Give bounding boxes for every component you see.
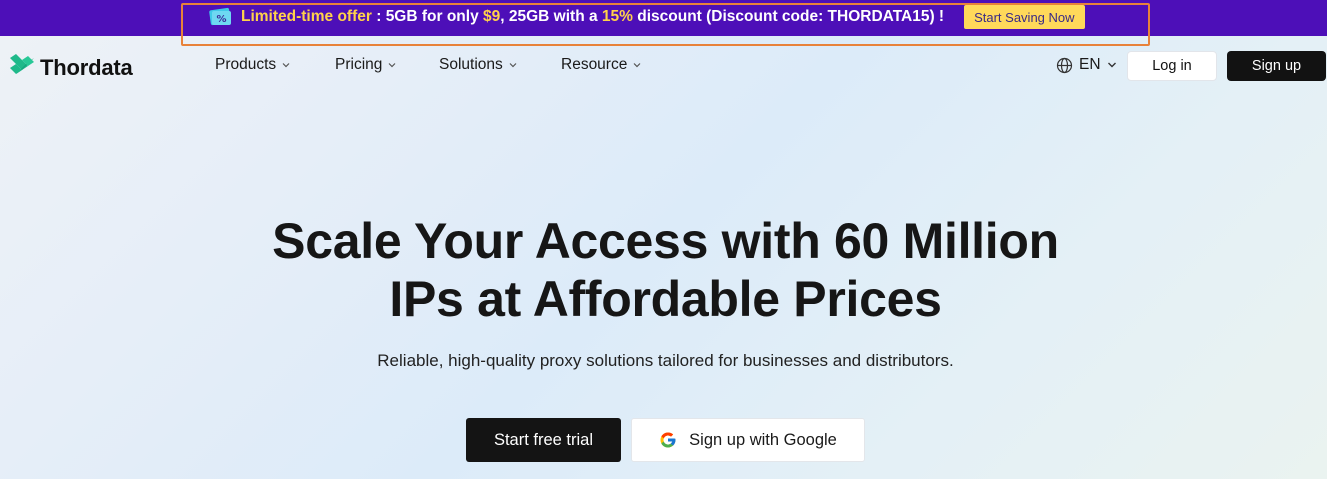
- menu-item-resource[interactable]: Resource: [561, 56, 641, 74]
- offer-label: Limited-time offer: [241, 8, 372, 25]
- menu-label: Solutions: [439, 56, 503, 73]
- login-button[interactable]: Log in: [1127, 51, 1217, 81]
- main-menu: Products Pricing Solutions Resource: [215, 56, 641, 74]
- offer-separator: :: [371, 8, 386, 25]
- menu-item-products[interactable]: Products: [215, 56, 335, 74]
- promo-text: Limited-time offer : 5GB for only $9 , 2…: [241, 8, 944, 26]
- thordata-logo-icon: [8, 52, 36, 83]
- chevron-down-icon: [509, 63, 517, 68]
- menu-label: Products: [215, 56, 277, 73]
- promo-banner: % Limited-time offer : 5GB for only $9 ,…: [0, 0, 1327, 36]
- brand-name: Thordata: [40, 54, 133, 80]
- coupon-percent-icon: %: [207, 7, 233, 27]
- offer-part-1: 5GB for only: [385, 8, 484, 25]
- signup-button[interactable]: Sign up: [1227, 51, 1326, 81]
- hero-title-line-1: Scale Your Access with 60 Million: [272, 213, 1059, 269]
- google-signup-label: Sign up with Google: [689, 430, 837, 449]
- globe-icon: [1056, 57, 1073, 73]
- chevron-down-icon: [633, 63, 641, 68]
- menu-item-pricing[interactable]: Pricing: [335, 56, 439, 74]
- google-signup-button[interactable]: Sign up with Google: [631, 418, 865, 462]
- language-code: EN: [1079, 56, 1101, 73]
- menu-item-solutions[interactable]: Solutions: [439, 56, 561, 74]
- svg-text:%: %: [216, 14, 226, 25]
- chevron-down-icon: [282, 63, 290, 68]
- offer-part-3: discount (Discount code: THORDATA15) !: [632, 8, 945, 25]
- offer-price: $9: [483, 8, 501, 25]
- menu-label: Resource: [561, 56, 628, 73]
- top-navigation: Thordata Products Pricing Solutions Reso…: [0, 36, 1327, 96]
- chevron-down-icon: [388, 63, 396, 68]
- offer-discount: 15%: [601, 8, 633, 25]
- google-icon: [660, 432, 676, 448]
- brand-logo[interactable]: Thordata: [8, 52, 133, 83]
- start-free-trial-button[interactable]: Start free trial: [466, 418, 621, 462]
- hero-title: Scale Your Access with 60 Million IPs at…: [0, 212, 1327, 328]
- language-selector[interactable]: EN: [1056, 56, 1117, 74]
- offer-part-2: , 25GB with a: [500, 8, 602, 25]
- chevron-down-icon: [1107, 62, 1116, 68]
- hero-subtitle: Reliable, high-quality proxy solutions t…: [377, 351, 954, 370]
- start-saving-button[interactable]: Start Saving Now: [964, 5, 1085, 29]
- promo-content: % Limited-time offer : 5GB for only $9 ,…: [207, 5, 1085, 29]
- menu-label: Pricing: [335, 56, 383, 73]
- hero-title-line-2: IPs at Affordable Prices: [389, 271, 942, 327]
